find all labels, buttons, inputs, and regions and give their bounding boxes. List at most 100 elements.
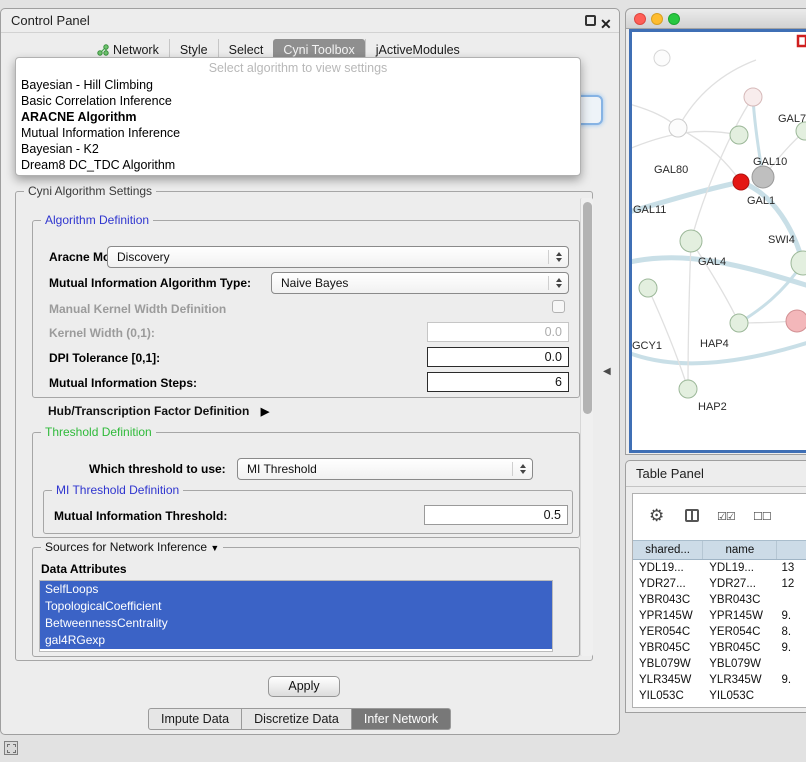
dropdown-item[interactable]: Mutual Information Inference (16, 125, 580, 141)
network-node-hap2[interactable] (679, 380, 697, 398)
dropdown-item[interactable]: Bayesian - K2 (16, 141, 580, 157)
table-row[interactable]: YPR145W YPR145W 9. (633, 608, 806, 624)
tab-discretize-data[interactable]: Discretize Data (242, 708, 352, 730)
dropdown-item[interactable]: Bayesian - Hill Climbing (16, 77, 580, 93)
network-edge[interactable] (648, 288, 688, 389)
node-label: GAL11 (633, 204, 666, 216)
cell-value (777, 656, 806, 672)
node-label: HAP2 (698, 401, 727, 413)
column-header-name[interactable]: name (703, 541, 777, 559)
combo-arrows-icon (520, 464, 526, 474)
table-row[interactable]: YBR043C YBR043C (633, 592, 806, 608)
network-node-gal4[interactable] (680, 230, 702, 252)
network-canvas[interactable]: GAL7 GAL80 GAL10 GAL11 GAL1 SWI4 GAL4 GC… (629, 29, 806, 453)
tab-label: Network (113, 43, 159, 57)
cell-shared-name: YBR043C (633, 592, 703, 608)
table-panel-title: Table Panel (636, 461, 704, 487)
cell-shared-name: YPR145W (633, 608, 703, 624)
restore-panel-icon[interactable] (4, 741, 18, 755)
close-traffic-light[interactable] (634, 13, 646, 25)
network-node[interactable] (730, 126, 748, 144)
which-threshold-label: Which threshold to use: (89, 462, 226, 477)
dpi-tolerance-label: DPI Tolerance [0,1]: (49, 351, 160, 366)
cell-value: 9. (777, 672, 806, 688)
network-node[interactable] (791, 251, 806, 275)
aracne-mode-combo[interactable]: Discovery (107, 246, 569, 268)
network-edge[interactable] (691, 97, 753, 241)
mi-steps-label: Mutual Information Steps: (49, 376, 197, 391)
cell-value: 13 (777, 560, 806, 576)
network-node-hap4[interactable] (730, 314, 748, 332)
which-threshold-combo[interactable]: MI Threshold (237, 458, 533, 480)
network-node-gal10[interactable] (752, 166, 774, 188)
node-label: HAP4 (700, 338, 729, 350)
table-panel-content: ⚙ ☑☑ ☐☐ shared... name YDL19... YDL19...… (632, 493, 806, 708)
splitpane-collapse-icon[interactable]: ◀ (603, 366, 611, 377)
node-label: GAL10 (753, 156, 787, 168)
table-row[interactable]: YBR045C YBR045C 9. (633, 640, 806, 656)
mi-steps-field[interactable]: 6 (427, 372, 569, 392)
combo-arrows-icon (556, 278, 562, 288)
network-edge[interactable] (688, 241, 691, 389)
column-header-extra[interactable] (777, 541, 806, 559)
zoom-traffic-light[interactable] (668, 13, 680, 25)
scrollbar-thumb[interactable] (583, 202, 592, 414)
list-item[interactable]: BetweennessCentrality (40, 615, 552, 632)
kernel-width-label: Kernel Width (0,1): (49, 326, 155, 341)
cell-value: 8. (777, 624, 806, 640)
mi-type-combo[interactable]: Naive Bayes (271, 272, 569, 294)
expand-down-icon: ▼ (210, 543, 219, 553)
manual-kernel-label: Manual Kernel Width Definition (49, 302, 226, 317)
kernel-width-field[interactable]: 0.0 (427, 322, 569, 342)
tab-label: Select (229, 43, 264, 57)
tab-infer-network[interactable]: Infer Network (352, 708, 451, 730)
network-node[interactable] (669, 119, 687, 137)
table-row[interactable]: YIL053C YIL053C (633, 688, 806, 704)
network-node[interactable] (786, 310, 806, 332)
dropdown-item[interactable]: Basic Correlation Inference (16, 93, 580, 109)
sources-title: Sources for Network Inference (45, 540, 207, 554)
dropdown-item-selected[interactable]: ARACNE Algorithm (16, 109, 580, 125)
table-row[interactable]: YDR27... YDR27... 12 (633, 576, 806, 592)
network-edge[interactable] (632, 131, 739, 152)
tab-label: Style (180, 43, 208, 57)
table-row[interactable]: YER054C YER054C 8. (633, 624, 806, 640)
network-node[interactable] (639, 279, 657, 297)
list-item[interactable]: SelfLoops (40, 581, 552, 598)
table-row[interactable]: YDL19... YDL19... 13 (633, 560, 806, 576)
network-node[interactable] (654, 50, 670, 66)
list-item[interactable]: gal4RGexp (40, 632, 552, 649)
minimize-traffic-light[interactable] (651, 13, 663, 25)
sources-expander[interactable]: Sources for Network Inference ▼ (41, 540, 223, 554)
cell-name: YER054C (703, 624, 777, 640)
table-panel-window: Table Panel ⚙ ☑☑ ☐☐ shared... name YDL19… (625, 460, 806, 713)
attribute-list: SelfLoops TopologicalCoefficient Between… (39, 580, 553, 652)
table-body: YDL19... YDL19... 13 YDR27... YDR27... 1… (633, 560, 806, 707)
column-header-shared-name[interactable]: shared... (633, 541, 703, 559)
select-all-icon[interactable]: ☑☑ (717, 510, 735, 523)
cell-name: YLR345W (703, 672, 777, 688)
list-item[interactable]: TopologicalCoefficient (40, 598, 552, 615)
network-edge[interactable] (691, 241, 739, 323)
data-attributes-label: Data Attributes (41, 562, 127, 577)
group-title: Cyni Algorithm Settings (24, 184, 156, 198)
network-node[interactable] (744, 88, 762, 106)
close-icon[interactable]: ✕ (600, 12, 612, 36)
manual-kernel-checkbox[interactable] (552, 300, 565, 313)
network-node-gal1[interactable] (733, 174, 749, 190)
apply-button[interactable]: Apply (268, 676, 340, 697)
tab-impute-data[interactable]: Impute Data (148, 708, 242, 730)
dpi-tolerance-field[interactable]: 0.0 (427, 347, 569, 367)
node-label: GAL1 (747, 195, 775, 207)
cell-value: 12 (777, 576, 806, 592)
table-row[interactable]: YBL079W YBL079W (633, 656, 806, 672)
float-window-icon[interactable] (585, 15, 596, 26)
show-columns-icon[interactable] (685, 509, 699, 522)
table-row[interactable]: YLR345W YLR345W 9. (633, 672, 806, 688)
dropdown-item[interactable]: Dream8 DC_TDC Algorithm (16, 157, 580, 173)
mi-threshold-field[interactable]: 0.5 (424, 505, 568, 525)
hub-definition-expander[interactable]: Hub/Transcription Factor Definition ▶ (48, 404, 269, 418)
gear-icon[interactable]: ⚙ (649, 506, 664, 526)
deselect-all-icon[interactable]: ☐☐ (753, 510, 771, 523)
group-title: MI Threshold Definition (52, 483, 183, 497)
